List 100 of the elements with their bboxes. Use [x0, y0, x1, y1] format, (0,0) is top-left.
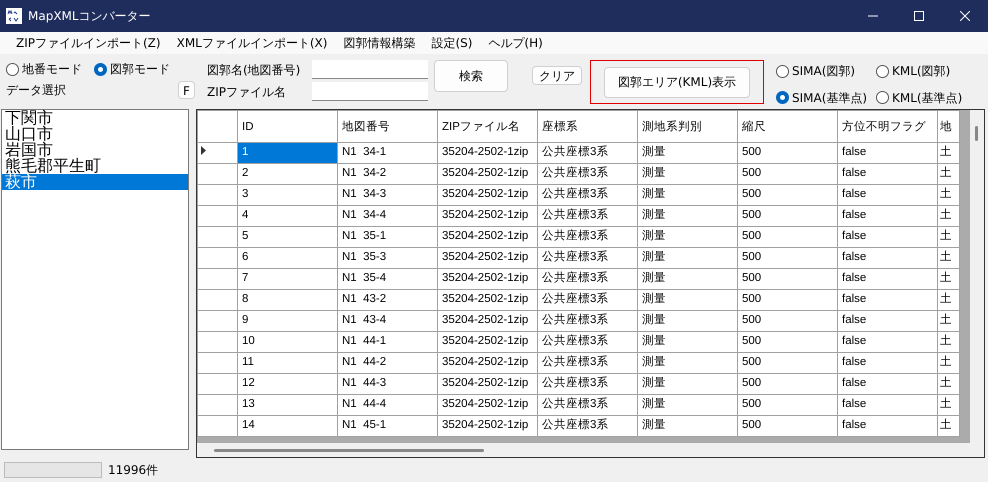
column-header[interactable]: 地 [938, 110, 960, 142]
table-cell: 500 [738, 332, 838, 352]
list-item[interactable]: 岩国市 [2, 142, 188, 158]
menu-item[interactable]: XMLファイルインポート(X) [168, 31, 336, 55]
table-cell: 公共座標3系 [538, 184, 638, 206]
kml-display-button[interactable]: 図郭エリア(KML)表示 [604, 66, 750, 98]
column-header[interactable]: ZIPファイル名 [438, 110, 538, 142]
radio-option[interactable]: 地番モード [6, 60, 82, 78]
table-cell: 35204-2502-1zip [438, 290, 538, 310]
radio-option[interactable]: 図郭モード [94, 60, 170, 78]
table-cell: false [838, 164, 938, 184]
table-cell: N1 35-3 [338, 248, 438, 268]
table-cell: false [838, 310, 938, 332]
table-cell: 500 [738, 142, 838, 164]
f-button[interactable]: F [178, 81, 195, 99]
column-header[interactable]: 測地系判別 [638, 110, 738, 142]
table-cell: 公共座標3系 [538, 164, 638, 184]
table-cell: N1 44-2 [338, 352, 438, 374]
table-cell: 500 [738, 416, 838, 436]
table-cell: 4 [238, 206, 338, 226]
table-cell: 35204-2502-1zip [438, 394, 538, 416]
menu-item[interactable]: 図郭情報構築 [335, 31, 424, 55]
table-cell: N1 44-4 [338, 394, 438, 416]
table-cell: N1 35-4 [338, 268, 438, 290]
table-cell: N1 34-4 [338, 206, 438, 226]
table-cell: 土 [938, 164, 960, 184]
column-header[interactable]: 縮尺 [738, 110, 838, 142]
field-label: ZIPファイル名 [207, 84, 287, 100]
horizontal-scrollbar[interactable] [197, 443, 972, 457]
field-label: 図郭名(地図番号) [207, 62, 302, 78]
table-cell: 測量 [638, 374, 738, 394]
table-cell: N1 43-4 [338, 310, 438, 332]
table-cell: N1 34-3 [338, 184, 438, 206]
table-cell: 測量 [638, 394, 738, 416]
table-cell: 6 [238, 248, 338, 268]
table-cell: 測量 [638, 164, 738, 184]
table-cell: 35204-2502-1zip [438, 310, 538, 332]
table-cell: false [838, 352, 938, 374]
table-cell: 12 [238, 374, 338, 394]
table-cell: false [838, 142, 938, 164]
table-cell: 7 [238, 268, 338, 290]
table-cell: N1 45-1 [338, 416, 438, 436]
table-cell: 500 [738, 352, 838, 374]
search-button[interactable]: 検索 [434, 60, 508, 92]
table-cell: 土 [938, 248, 960, 268]
table-cell: 500 [738, 206, 838, 226]
table-cell: 測量 [638, 206, 738, 226]
radio-option[interactable]: SIMA(基準点) [776, 86, 876, 109]
list-item[interactable]: 下関市 [2, 110, 188, 126]
table-cell: 土 [938, 142, 960, 164]
column-header[interactable]: 方位不明フラグ [838, 110, 938, 142]
menu-item[interactable]: ヘルプ(H) [480, 31, 551, 55]
radio-option[interactable]: KML(図郭) [876, 60, 966, 82]
text-field[interactable] [312, 60, 428, 79]
table-cell: 公共座標3系 [538, 394, 638, 416]
table-cell: false [838, 332, 938, 352]
table-cell: 500 [738, 268, 838, 290]
table-cell: 土 [938, 226, 960, 248]
window-title: MapXMLコンバーター [28, 8, 152, 25]
radio-option[interactable]: KML(基準点) [876, 86, 966, 109]
radio-option[interactable]: SIMA(図郭) [776, 60, 876, 82]
table-cell: 35204-2502-1zip [438, 268, 538, 290]
table-cell: 8 [238, 290, 338, 310]
table-cell: 土 [938, 206, 960, 226]
table-cell: 500 [738, 394, 838, 416]
table-cell: 測量 [638, 248, 738, 268]
vertical-scrollbar[interactable] [970, 110, 984, 457]
table-cell: 土 [938, 332, 960, 352]
table-cell: 14 [238, 416, 338, 436]
list-item[interactable]: 熊毛郡平生町 [2, 158, 188, 174]
table-cell: 測量 [638, 352, 738, 374]
column-header[interactable]: 座標系 [538, 110, 638, 142]
table-cell: 土 [938, 310, 960, 332]
table-cell: 35204-2502-1zip [438, 226, 538, 248]
table-cell: 500 [738, 164, 838, 184]
table-cell: 測量 [638, 310, 738, 332]
table-cell: 測量 [638, 226, 738, 248]
text-field[interactable] [312, 82, 428, 101]
table-cell: false [838, 394, 938, 416]
app-icon [6, 8, 22, 24]
table-cell: 35204-2502-1zip [438, 332, 538, 352]
table-cell: 土 [938, 352, 960, 374]
table-cell: 10 [238, 332, 338, 352]
table-cell: 公共座標3系 [538, 206, 638, 226]
menu-item[interactable]: 設定(S) [423, 31, 480, 55]
table-cell: 35204-2502-1zip [438, 206, 538, 226]
list-item[interactable]: 萩市 [2, 174, 188, 190]
table-cell: 測量 [638, 184, 738, 206]
table-cell: 11 [238, 352, 338, 374]
menu-item[interactable]: ZIPファイルインポート(Z) [8, 31, 169, 55]
table-cell: 500 [738, 226, 838, 248]
table-cell: 土 [938, 184, 960, 206]
clear-button[interactable]: クリア [532, 66, 582, 85]
table-cell: 土 [938, 394, 960, 416]
column-header[interactable]: 地図番号 [338, 110, 438, 142]
list-item[interactable]: 山口市 [2, 126, 188, 142]
table-cell: 公共座標3系 [538, 226, 638, 248]
table-cell: 35204-2502-1zip [438, 352, 538, 374]
table-cell: 35204-2502-1zip [438, 248, 538, 268]
table-cell: 9 [238, 310, 338, 332]
